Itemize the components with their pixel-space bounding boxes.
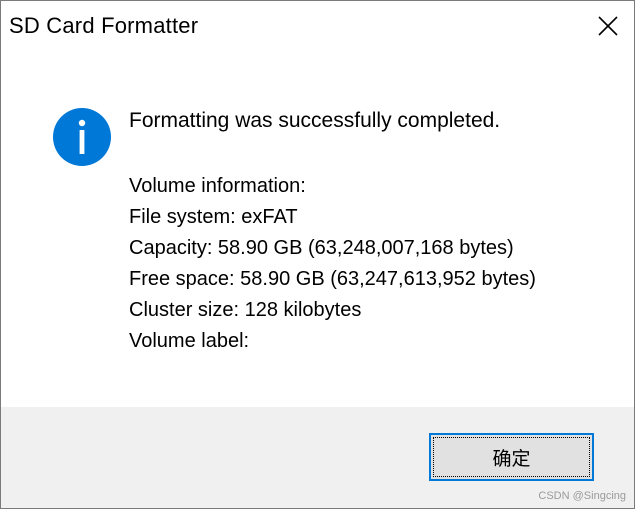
capacity-line: Capacity: 58.90 GB (63,248,007,168 bytes… (129, 237, 514, 259)
ok-button-label: 确定 (492, 448, 531, 470)
button-bar: 确定 CSDN @Singcing (1, 407, 634, 508)
dialog-content: Formatting was successfully completed. V… (1, 51, 634, 407)
info-icon (53, 108, 111, 166)
success-message: Formatting was successfully completed. (129, 109, 501, 132)
cluster-size-line: Cluster size: 128 kilobytes (129, 299, 362, 321)
window-title: SD Card Formatter (9, 13, 199, 38)
free-space-line: Free space: 58.90 GB (63,247,613,952 byt… (129, 268, 536, 290)
volume-information: Volume information: File system: exFAT C… (129, 171, 536, 357)
ok-button[interactable]: 确定 (429, 433, 594, 481)
volume-label-line: Volume label: (129, 330, 250, 352)
close-icon (598, 16, 618, 36)
title-bar: SD Card Formatter (1, 1, 634, 51)
close-button[interactable] (582, 1, 634, 51)
watermark: CSDN @Singcing (538, 490, 626, 502)
file-system-line: File system: exFAT (129, 206, 298, 228)
sd-card-formatter-dialog: SD Card Formatter Formatting was success… (0, 0, 635, 509)
volume-info-heading: Volume information: (129, 175, 306, 197)
